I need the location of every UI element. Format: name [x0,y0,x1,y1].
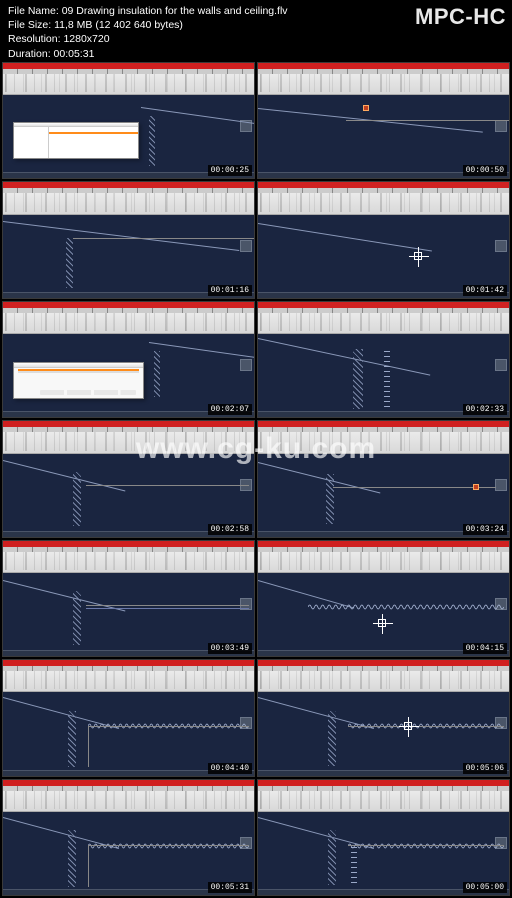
insulation-pattern [308,598,504,606]
autocad-ribbon [3,182,254,214]
autocad-ribbon [3,421,254,453]
autocad-ribbon [258,541,509,573]
insulation-pattern [88,717,249,725]
timestamp-badge: 00:05:00 [463,882,507,893]
autocad-ribbon [3,780,254,812]
hatch-dialog [13,362,144,399]
timestamp-badge: 00:04:15 [463,643,507,654]
timestamp-badge: 00:05:06 [463,763,507,774]
duration-value: 00:05:31 [54,47,95,61]
thumbnail[interactable]: 00:05:06 [257,659,510,776]
autocad-ribbon [3,660,254,692]
autocad-ribbon [258,182,509,214]
app-name-badge: MPC-HC [415,2,506,32]
viewcube-icon [495,240,507,252]
viewcube-icon [240,240,252,252]
filename-label: File Name: [8,4,62,18]
thumbnail[interactable]: 00:02:33 [257,301,510,418]
thumbnail[interactable]: 00:02:07 [2,301,255,418]
thumbnail-grid: 00:00:25 00:00:50 00:01:16 00:01:42 00:02:07… [0,60,512,898]
filesize-value: 11,8 MB (12 402 640 bytes) [54,18,183,32]
autocad-ribbon [258,780,509,812]
thumbnail[interactable]: 00:01:42 [257,181,510,298]
timestamp-badge: 00:05:31 [208,882,252,893]
timestamp-badge: 00:04:40 [208,763,252,774]
viewcube-icon [240,359,252,371]
thumbnail[interactable]: 00:05:31 [2,779,255,896]
thumbnail[interactable]: 00:00:25 [2,62,255,179]
viewcube-icon [495,359,507,371]
viewcube-icon [495,479,507,491]
timestamp-badge: 00:03:24 [463,524,507,535]
autocad-ribbon [258,302,509,334]
resolution-label: Resolution: [8,32,63,46]
metadata-header: File Name: 09 Drawing insulation for the… [0,0,512,70]
timestamp-badge: 00:02:07 [208,404,252,415]
filesize-label: File Size: [8,18,54,32]
timestamp-badge: 00:03:49 [208,643,252,654]
viewcube-icon [495,120,507,132]
timestamp-badge: 00:02:58 [208,524,252,535]
insulation-pattern [348,837,504,845]
thumbnail[interactable]: 00:03:49 [2,540,255,657]
filename-value: 09 Drawing insulation for the walls and … [62,4,288,18]
timestamp-badge: 00:02:33 [463,404,507,415]
duration-label: Duration: [8,47,54,61]
thumbnail[interactable]: 00:05:00 [257,779,510,896]
autocad-ribbon [3,541,254,573]
resolution-value: 1280x720 [63,32,109,46]
timestamp-badge: 00:01:16 [208,285,252,296]
insulation-pattern [348,717,504,725]
layer-properties-dialog [13,122,139,159]
thumbnail[interactable]: 00:01:16 [2,181,255,298]
thumbnail[interactable]: 00:00:50 [257,62,510,179]
insulation-pattern [88,837,249,845]
thumbnail[interactable]: 00:04:40 [2,659,255,776]
timestamp-badge: 00:00:50 [463,165,507,176]
thumbnail[interactable]: 00:04:15 [257,540,510,657]
autocad-ribbon [258,421,509,453]
autocad-ribbon [258,660,509,692]
thumbnail[interactable]: 00:03:24 [257,420,510,537]
timestamp-badge: 00:01:42 [463,285,507,296]
timestamp-badge: 00:00:25 [208,165,252,176]
thumbnail[interactable]: 00:02:58 [2,420,255,537]
autocad-ribbon [3,302,254,334]
